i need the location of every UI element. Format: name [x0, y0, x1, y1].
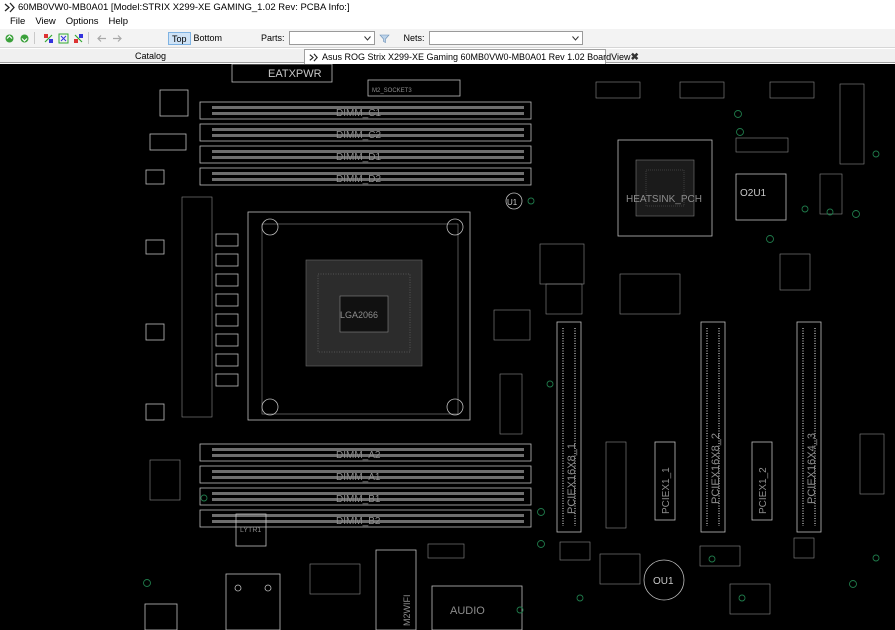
o2u1-label: O2U1	[740, 188, 767, 199]
dimm-b2-label: DIMM_B2	[336, 516, 381, 527]
audio-label: AUDIO	[450, 605, 485, 617]
parts-combobox[interactable]	[288, 31, 375, 45]
pciex16-2-label: PCIEX16X8_2	[710, 433, 722, 504]
chevron-down-icon	[571, 35, 579, 41]
zoom-in-icon[interactable]	[42, 32, 54, 44]
app-icon	[3, 1, 15, 13]
chevron-down-icon	[363, 35, 371, 41]
cpu-socket: LGA2066	[247, 211, 471, 421]
pciex1-2-label: PCIEX1_2	[758, 467, 769, 514]
title-bar: 60MB0VW0-MB0A01 [Model:STRIX X299-XE GAM…	[0, 0, 895, 14]
toolbar-separator	[88, 32, 89, 44]
menu-file[interactable]: File	[5, 16, 30, 27]
tab-boardview-label: Asus ROG Strix X299-XE Gaming 60MB0VW0-M…	[322, 52, 631, 62]
dimm-a1-label: DIMM_A1	[336, 472, 381, 483]
m2-socket-label: M2_SOCKET3	[372, 88, 412, 94]
dimm-a2-label: DIMM_A2	[336, 450, 381, 461]
filter-icon[interactable]	[379, 32, 391, 44]
close-icon[interactable]: ✖	[630, 52, 638, 63]
pcb-drawing[interactable]: EATXPWR DIMM_C1 DIMM_C2 DIMM_D1 DIMM_D2	[0, 64, 895, 630]
fit-board-icon[interactable]	[57, 32, 69, 44]
side-toggle: Top Bottom	[168, 31, 226, 45]
pciex16-1-label: PCIEX16X8_1	[566, 443, 578, 514]
vrm-area	[145, 89, 239, 421]
tab-catalog[interactable]: Catalog	[2, 50, 304, 63]
dimm-c2-label: DIMM_C2	[336, 130, 381, 141]
pch-heatsink: HEATSINK_PCH	[617, 139, 713, 237]
bottom-side-button[interactable]: Bottom	[191, 32, 226, 45]
lytr1-label: LYTR1	[240, 527, 261, 534]
pciex16-3-label: PCIEX16X4_3	[806, 433, 818, 504]
menu-options[interactable]: Options	[61, 16, 104, 27]
heatsink-label: HEATSINK_PCH	[626, 194, 702, 205]
dimm-d1-label: DIMM_D1	[336, 152, 381, 163]
zoom-out-icon[interactable]	[72, 32, 84, 44]
eatxpwr-label: EATXPWR	[268, 68, 322, 80]
app-icon	[309, 52, 318, 62]
menu-help[interactable]: Help	[103, 16, 133, 27]
ou1-label: OU1	[653, 576, 674, 587]
pciex1-1-label: PCIEX1_1	[661, 467, 672, 514]
dimm-c1-label: DIMM_C1	[336, 108, 381, 119]
top-side-button[interactable]: Top	[168, 31, 191, 45]
tab-boardview[interactable]: Asus ROG Strix X299-XE Gaming 60MB0VW0-M…	[304, 49, 639, 64]
tab-strip: Catalog Asus ROG Strix X299-XE Gaming 60…	[0, 49, 895, 64]
dimm-b1-label: DIMM_B1	[336, 494, 381, 505]
reload-icon[interactable]	[18, 32, 30, 44]
small-components	[149, 81, 885, 615]
forward-arrow-icon[interactable]	[111, 32, 123, 44]
dimm-group-lower: DIMM_A2 DIMM_A1 DIMM_B1 DIMM_B2	[199, 443, 532, 528]
refresh-icon[interactable]	[3, 32, 15, 44]
test-points	[143, 110, 880, 614]
nets-label: Nets:	[403, 33, 425, 43]
back-arrow-icon[interactable]	[96, 32, 108, 44]
toolbar-separator	[34, 32, 35, 44]
m2-wifi-label: M2WIFI	[402, 595, 412, 627]
u1-label: U1	[507, 198, 518, 207]
board-canvas[interactable]: EATXPWR DIMM_C1 DIMM_C2 DIMM_D1 DIMM_D2	[0, 64, 895, 630]
window-title: 60MB0VW0-MB0A01 [Model:STRIX X299-XE GAM…	[18, 1, 350, 13]
toolbar: Top Bottom Parts: Nets:	[0, 29, 895, 48]
nets-combobox[interactable]	[428, 31, 583, 45]
dimm-group-upper: DIMM_C1 DIMM_C2 DIMM_D1 DIMM_D2	[199, 101, 532, 186]
pcie-slots: PCIEX16X8_1 PCIEX16X8_2 PCIEX16X4_3 PCIE…	[556, 321, 822, 533]
menu-view[interactable]: View	[30, 16, 60, 27]
parts-label: Parts:	[261, 33, 285, 43]
menu-bar: File View Options Help	[0, 14, 895, 29]
cpu-socket-label: LGA2066	[340, 310, 378, 320]
dimm-d2-label: DIMM_D2	[336, 174, 381, 185]
